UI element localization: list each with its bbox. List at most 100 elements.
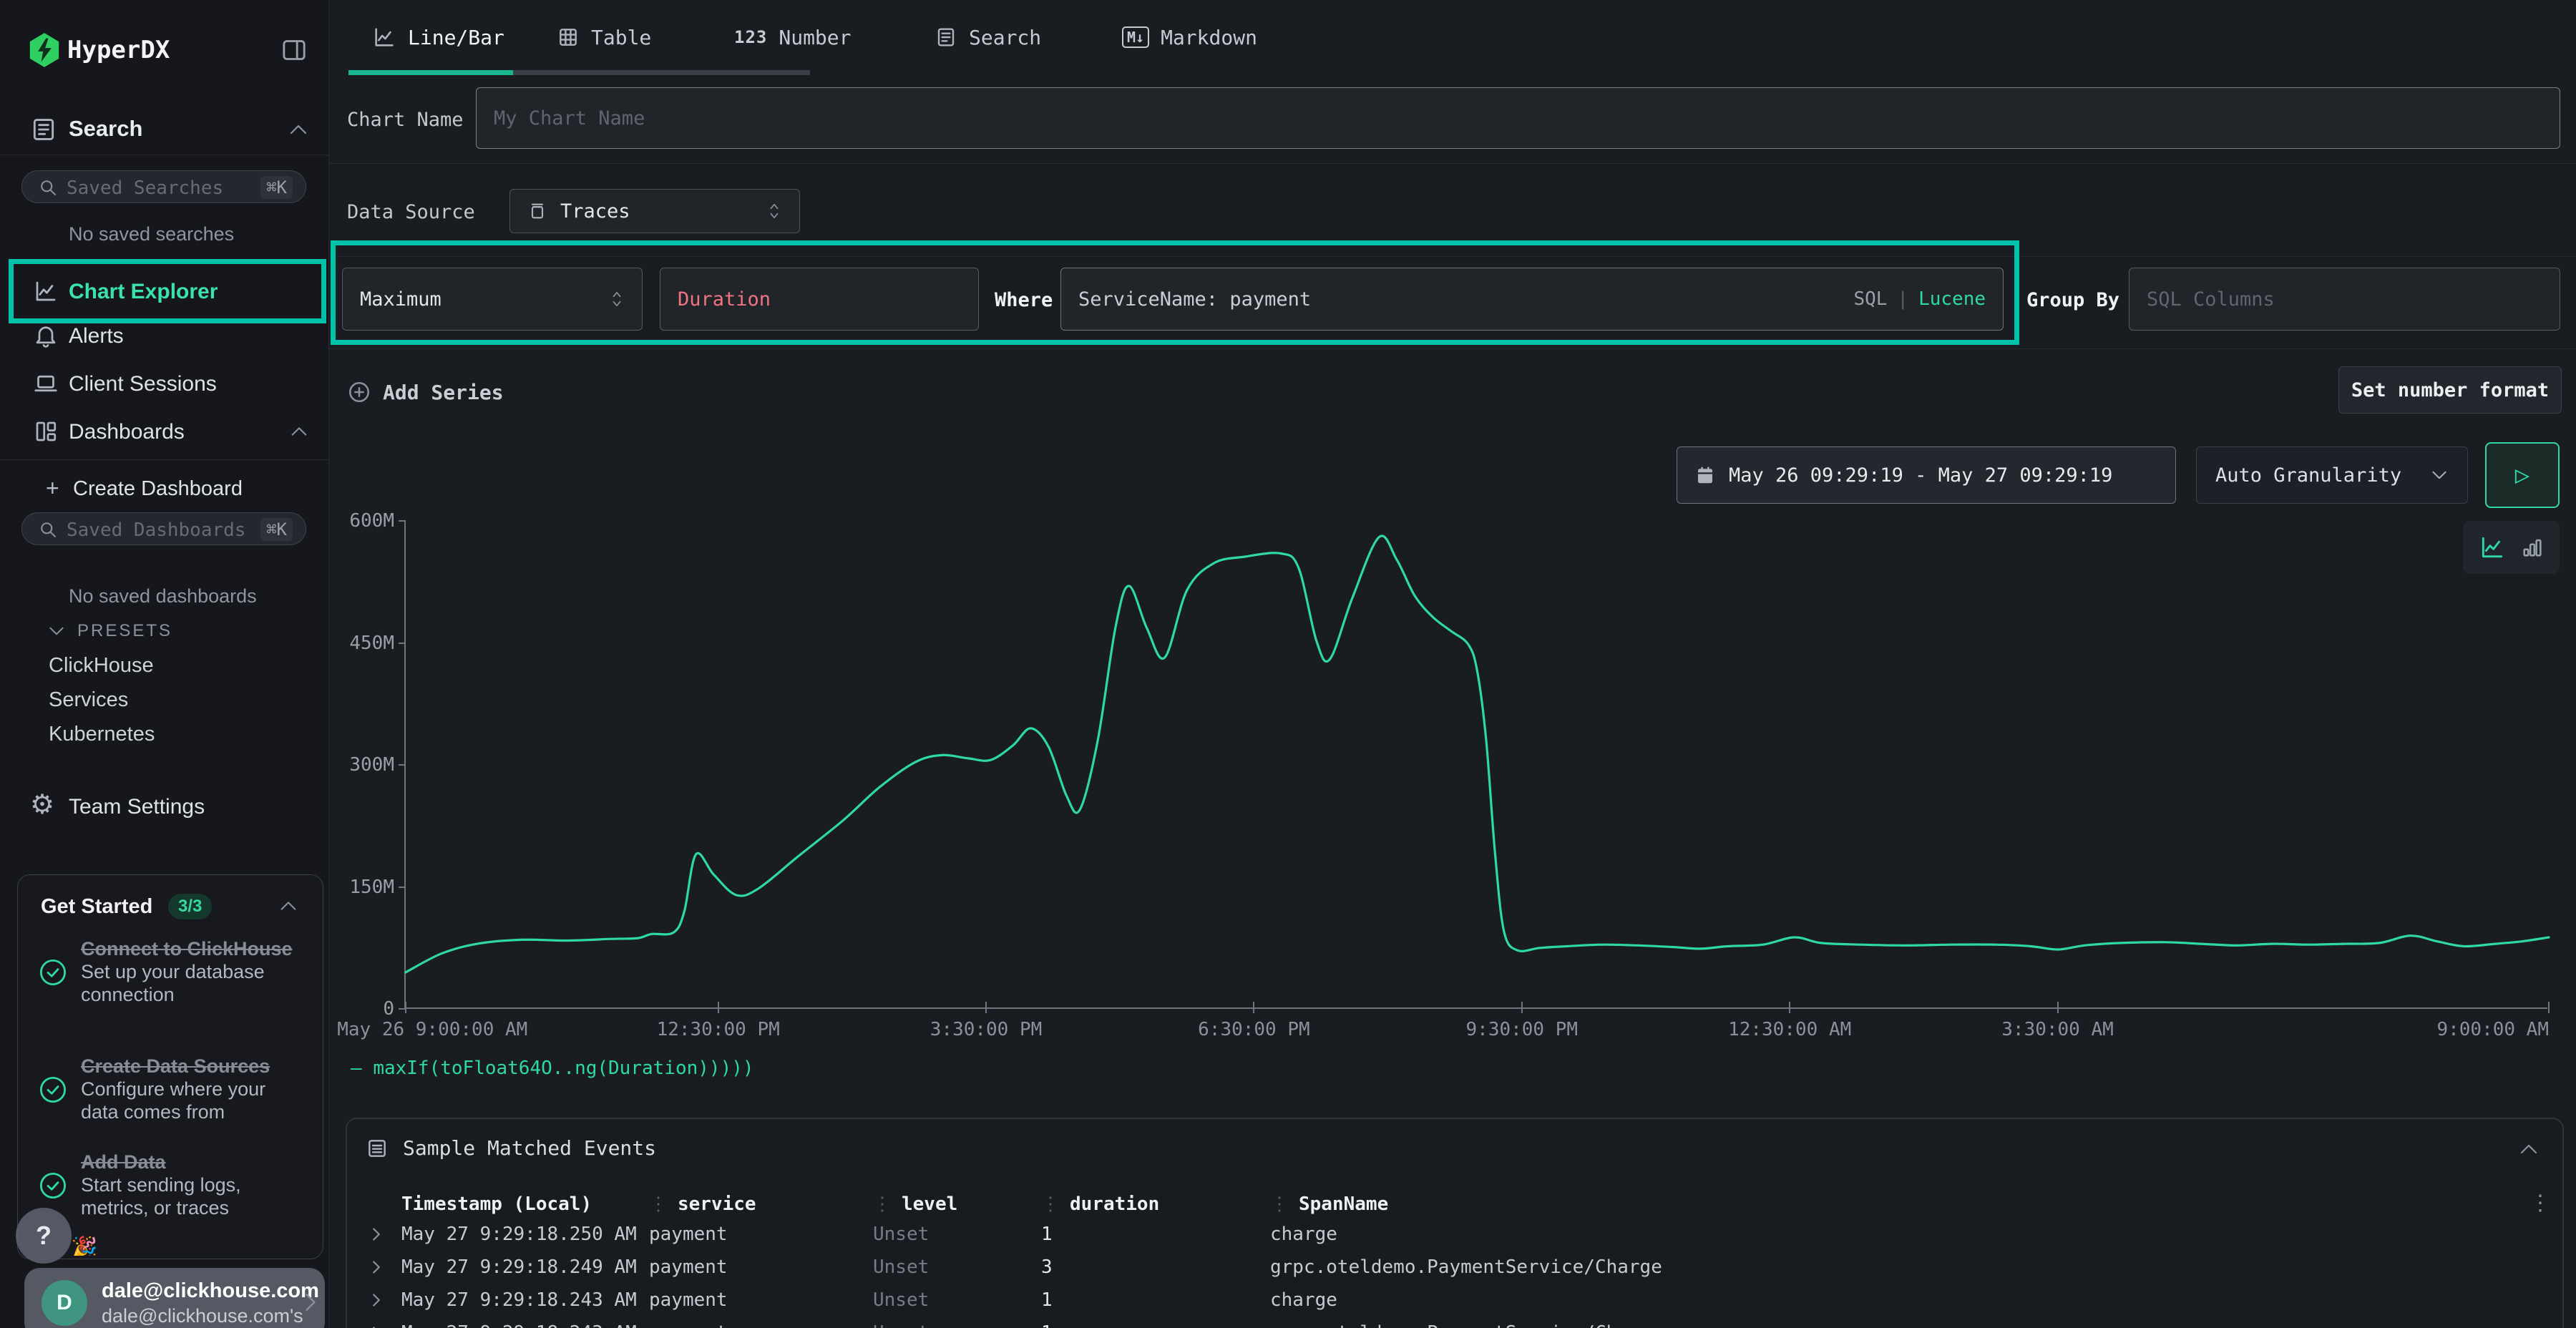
divider bbox=[329, 256, 2576, 257]
user-menu[interactable]: D dale@clickhouse.com dale@clickhouse.co… bbox=[24, 1268, 325, 1328]
add-series-button[interactable]: Add Series bbox=[347, 371, 504, 414]
line-chart[interactable]: 0150M300M450M600M May 26 9:00:00 AM12:30… bbox=[404, 521, 2547, 1009]
y-tick-label: 300M bbox=[349, 754, 406, 776]
search-icon bbox=[38, 519, 58, 540]
collapse-sidebar-icon[interactable] bbox=[279, 36, 309, 64]
check-circle-icon bbox=[38, 957, 68, 987]
column-drag-icon[interactable]: ⋮ bbox=[873, 1193, 892, 1215]
column-header-spanname[interactable]: ⋮SpanName bbox=[1270, 1193, 2519, 1215]
saved-dashboards-input[interactable]: Saved Dashboards ⌘K bbox=[21, 512, 306, 545]
column-drag-icon[interactable]: ⋮ bbox=[649, 1193, 668, 1215]
x-tick-mark bbox=[1253, 1002, 1254, 1013]
chevron-right-icon bbox=[302, 1291, 319, 1314]
series-line bbox=[406, 536, 2549, 972]
query-language-toggle[interactable]: SQL | Lucene bbox=[1853, 288, 1986, 310]
saved-searches-input[interactable]: Saved Searches ⌘K bbox=[21, 170, 306, 203]
where-value: ServiceName: payment bbox=[1078, 288, 1311, 311]
get-started-item[interactable]: Create Data Sources Configure where your… bbox=[38, 1055, 304, 1124]
column-header-duration[interactable]: ⋮duration bbox=[1041, 1193, 1270, 1215]
table-icon bbox=[557, 26, 580, 49]
x-tick-label: May 26 9:00:00 AM bbox=[337, 1019, 527, 1040]
sidebar-item-alerts[interactable]: Alerts bbox=[0, 316, 329, 356]
tab-table[interactable]: Table bbox=[557, 20, 651, 54]
chart-legend[interactable]: — maxIf(toFloat64O..ng(Duration))))) bbox=[351, 1058, 754, 1079]
x-tick-mark bbox=[1789, 1002, 1790, 1013]
group-by-label: Group By bbox=[2026, 289, 2119, 311]
kebab-menu-icon[interactable]: ⋮ bbox=[2529, 1191, 2551, 1216]
main-content: Line/Bar Table 123 Number Search M↓ Mark… bbox=[329, 0, 2576, 1328]
column-drag-icon[interactable]: ⋮ bbox=[1041, 1193, 1060, 1215]
tab-label: Table bbox=[591, 26, 651, 49]
date-range-value: May 26 09:29:19 - May 27 09:29:19 bbox=[1729, 464, 2112, 487]
run-query-button[interactable]: ▷ bbox=[2485, 442, 2560, 508]
data-source-value: Traces bbox=[560, 200, 630, 223]
party-popper-icon: 🎉 bbox=[71, 1236, 97, 1256]
chart-name-input[interactable]: My Chart Name bbox=[476, 87, 2560, 149]
app-title: HyperDX bbox=[67, 36, 170, 64]
chart-display-toggle[interactable] bbox=[2463, 521, 2560, 574]
line-display-icon[interactable] bbox=[2479, 534, 2506, 561]
x-tick-label: 3:30:00 AM bbox=[2001, 1019, 2114, 1040]
number-icon: 123 bbox=[734, 27, 767, 47]
get-started-item[interactable]: Connect to ClickHouse Set up your databa… bbox=[38, 938, 304, 1007]
tab-search[interactable]: Search bbox=[935, 20, 1041, 54]
chevron-up-icon[interactable] bbox=[278, 898, 298, 914]
data-source-select[interactable]: Traces bbox=[509, 189, 800, 233]
app-root: HyperDX Search Saved Searches ⌘K No save… bbox=[0, 0, 2576, 1328]
search-section-icon bbox=[30, 116, 57, 143]
table-row[interactable]: May 27 9:29:18.243 AMpayment Unset1 grpc… bbox=[366, 1317, 2519, 1328]
table-row[interactable]: May 27 9:29:18.243 AMpayment Unset1 char… bbox=[366, 1284, 2519, 1317]
expand-row-icon[interactable] bbox=[366, 1224, 387, 1245]
y-tick-mark bbox=[399, 764, 406, 766]
line-chart-icon bbox=[372, 25, 396, 49]
x-tick-label: 6:30:00 PM bbox=[1198, 1019, 1310, 1040]
sidebar-item-team-settings[interactable]: ⚙ Team Settings bbox=[0, 787, 329, 827]
select-updown-icon bbox=[766, 200, 782, 222]
create-dashboard-button[interactable]: + Create Dashboard bbox=[0, 469, 329, 507]
expand-row-icon[interactable] bbox=[366, 1289, 387, 1311]
bar-display-icon[interactable] bbox=[2520, 535, 2545, 560]
aggregation-select[interactable]: Maximum bbox=[342, 268, 643, 331]
group-by-input[interactable]: SQL Columns bbox=[2129, 268, 2560, 331]
sample-matched-events-panel: Sample Matched Events ⋮ Timestamp (Local… bbox=[346, 1118, 2564, 1328]
get-started-item[interactable]: Add Data Start sending logs, metrics, or… bbox=[38, 1151, 304, 1220]
table-row[interactable]: May 27 9:29:18.250 AMpayment Unset1 char… bbox=[366, 1218, 2519, 1251]
field-input[interactable]: Duration bbox=[660, 268, 979, 331]
column-header-service[interactable]: ⋮service bbox=[649, 1193, 873, 1215]
team-settings-label: Team Settings bbox=[69, 795, 205, 819]
line-chart-icon bbox=[33, 278, 59, 304]
tab-line-bar[interactable]: Line/Bar bbox=[372, 20, 504, 54]
no-saved-searches-text: No saved searches bbox=[69, 223, 234, 245]
date-range-input[interactable]: May 26 09:29:19 - May 27 09:29:19 bbox=[1677, 446, 2176, 504]
where-input[interactable]: ServiceName: payment SQL | Lucene bbox=[1060, 268, 2004, 331]
column-drag-icon[interactable]: ⋮ bbox=[1270, 1193, 1289, 1215]
set-number-format-button[interactable]: Set number format bbox=[2338, 366, 2562, 414]
y-tick-label: 150M bbox=[349, 877, 406, 898]
lucene-toggle[interactable]: Lucene bbox=[1918, 288, 1986, 310]
granularity-select[interactable]: Auto Granularity bbox=[2196, 446, 2468, 504]
table-row[interactable]: May 27 9:29:18.249 AMpayment Unset3 grpc… bbox=[366, 1251, 2519, 1284]
column-header-level[interactable]: ⋮level bbox=[873, 1193, 1041, 1215]
presets-toggle[interactable]: PRESETS bbox=[47, 621, 172, 641]
tab-markdown[interactable]: M↓ Markdown bbox=[1122, 20, 1257, 54]
collapse-panel-icon[interactable] bbox=[2518, 1141, 2540, 1158]
preset-clickhouse[interactable]: ClickHouse bbox=[49, 654, 154, 678]
preset-services[interactable]: Services bbox=[49, 688, 128, 712]
get-started-item-desc: Configure where your data comes from bbox=[81, 1078, 304, 1124]
expand-row-icon[interactable] bbox=[366, 1256, 387, 1278]
column-header-timestamp[interactable]: Timestamp (Local) bbox=[401, 1193, 649, 1215]
tab-number[interactable]: 123 Number bbox=[734, 20, 852, 54]
divider bbox=[329, 163, 2576, 164]
expand-row-icon[interactable] bbox=[366, 1322, 387, 1328]
get-started-title: Get Started bbox=[41, 895, 152, 919]
y-tick-mark bbox=[399, 643, 406, 644]
user-email: dale@clickhouse.com bbox=[102, 1279, 319, 1303]
sidebar-section-search[interactable]: Search bbox=[0, 113, 329, 149]
help-button[interactable]: ? bbox=[16, 1208, 72, 1264]
gear-icon: ⚙ bbox=[30, 788, 54, 821]
sidebar-item-dashboards[interactable]: Dashboards bbox=[0, 412, 329, 452]
preset-kubernetes[interactable]: Kubernetes bbox=[49, 723, 155, 746]
sidebar-item-chart-explorer[interactable]: Chart Explorer bbox=[0, 272, 329, 312]
sidebar-item-client-sessions[interactable]: Client Sessions bbox=[0, 364, 329, 404]
sql-toggle[interactable]: SQL bbox=[1853, 288, 1887, 310]
